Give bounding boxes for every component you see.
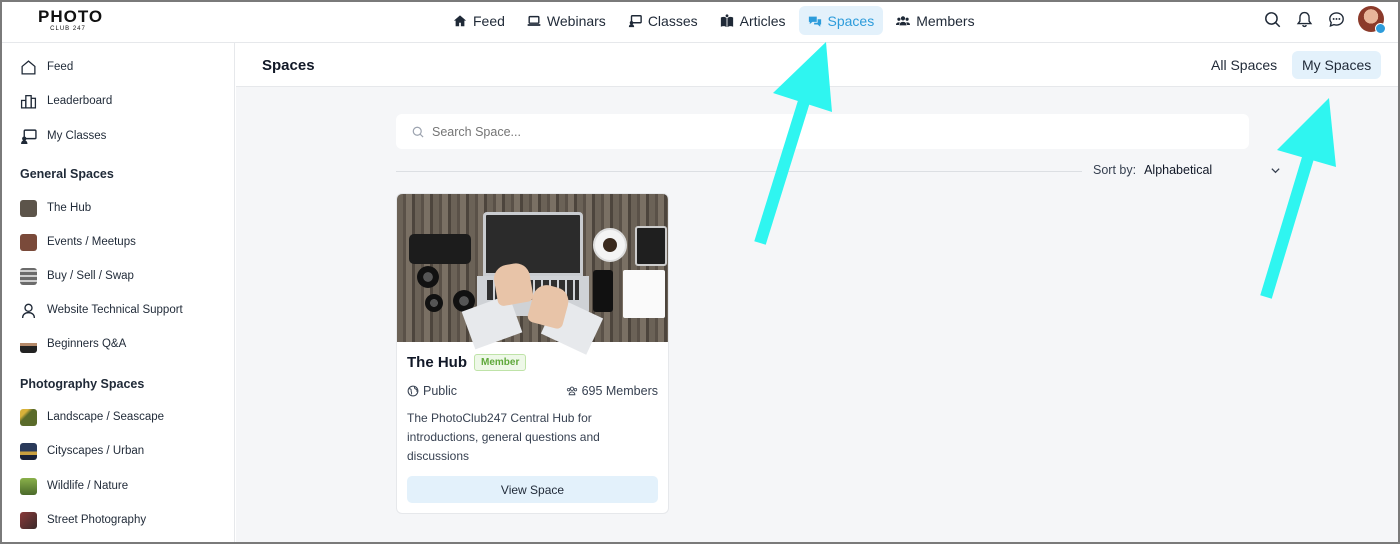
sort-dropdown[interactable]: Sort by: Alphabetical [1093, 163, 1281, 177]
visibility-info: Public [407, 384, 457, 398]
sidebar-item-label: Leaderboard [47, 95, 113, 107]
main-content: Spaces All Spaces My Spaces Sort by: Alp… [236, 43, 1400, 544]
sidebar-item-label: Landscape / Seascape [47, 411, 165, 423]
space-thumbnail [20, 442, 37, 460]
nav-spaces-label: Spaces [827, 12, 875, 29]
nav-classes[interactable]: Classes [619, 6, 707, 35]
site-logo[interactable]: PHOTO CLUB 247 [38, 8, 104, 36]
top-icons [1262, 6, 1386, 34]
space-thumbnail [20, 511, 37, 529]
classroom-icon [21, 128, 37, 144]
sidebar-item-events-meetups[interactable]: Events / Meetups [20, 233, 136, 251]
search-input[interactable] [432, 124, 1212, 139]
nav-classes-label: Classes [647, 12, 698, 29]
users-icon [896, 15, 911, 25]
sort-value: Alphabetical [1144, 163, 1213, 177]
globe-icon [407, 385, 419, 397]
sidebar-item-label: Wildlife / Nature [47, 480, 129, 492]
laptop-icon [527, 15, 541, 26]
logo-text: PHOTO [38, 7, 104, 26]
sidebar-item-landscape-seascape[interactable]: Landscape / Seascape [20, 408, 164, 426]
main-header: Spaces All Spaces My Spaces [236, 43, 1400, 87]
chevron-down-icon [1271, 167, 1280, 173]
search-icon[interactable] [1262, 9, 1282, 29]
sidebar-item-buy-sell-swap[interactable]: Buy / Sell / Swap [20, 267, 134, 285]
space-thumbnail [20, 408, 37, 426]
sidebar-item-beginners-qa[interactable]: Beginners Q&A [20, 335, 126, 353]
photography-spaces-heading: Photography Spaces [20, 377, 145, 391]
sidebar: Feed Leaderboard My Classes General Spac… [0, 43, 235, 544]
visibility-text: Public [423, 384, 458, 398]
space-thumbnail [20, 335, 37, 353]
nav-webinars[interactable]: Webinars [518, 6, 615, 35]
search-bar [396, 114, 1249, 149]
sidebar-item-the-hub[interactable]: The Hub [20, 199, 91, 217]
avatar[interactable] [1358, 6, 1386, 34]
nav-feed[interactable]: Feed [444, 6, 514, 35]
chat-bubbles-icon [808, 16, 821, 27]
sidebar-item-street-photography[interactable]: Street Photography [20, 511, 146, 529]
divider [396, 171, 1082, 172]
top-bar: PHOTO CLUB 247 Feed Webinars Classes Art… [0, 0, 1400, 43]
sidebar-item-label: Feed [47, 61, 74, 73]
sidebar-item-feed[interactable]: Feed [20, 58, 73, 76]
space-card[interactable]: The Hub Member Public 695 Members The Ph… [396, 193, 669, 514]
book-icon [720, 13, 733, 27]
space-thumbnail [20, 267, 37, 285]
home-icon [21, 59, 36, 75]
sort-label: Sort by: [1093, 163, 1137, 177]
space-title[interactable]: The Hub [407, 354, 467, 371]
messages-icon[interactable] [1326, 9, 1346, 29]
tab-my-spaces[interactable]: My Spaces [1292, 51, 1382, 79]
sidebar-item-label: Buy / Sell / Swap [47, 270, 134, 282]
nav-members[interactable]: Members [887, 6, 983, 35]
sidebar-item-website-technical-support[interactable]: Website Technical Support [20, 301, 183, 319]
nav-webinars-label: Webinars [546, 12, 606, 29]
nav-spaces[interactable]: Spaces [798, 6, 884, 35]
sidebar-item-label: My Classes [47, 130, 107, 142]
search-icon [412, 126, 424, 138]
space-cover-image [397, 194, 668, 355]
general-spaces-heading: General Spaces [20, 167, 114, 181]
user-outline-icon [21, 303, 36, 318]
sidebar-item-label: The Hub [47, 202, 92, 214]
logo-subtext: CLUB 247 [50, 26, 86, 32]
space-thumbnail [20, 199, 37, 217]
space-thumbnail [20, 233, 37, 251]
nav-articles[interactable]: Articles [711, 6, 795, 35]
member-count-text: 695 Members [581, 384, 658, 398]
sidebar-item-cityscapes-urban[interactable]: Cityscapes / Urban [20, 442, 144, 460]
page-title: Spaces [262, 57, 315, 74]
bell-icon[interactable] [1294, 9, 1314, 29]
member-badge: Member [474, 353, 527, 371]
nav-articles-label: Articles [739, 12, 786, 29]
bar-chart-icon [20, 94, 37, 109]
sidebar-item-label: Beginners Q&A [47, 338, 127, 350]
sidebar-item-label: Website Technical Support [47, 304, 183, 316]
nav-feed-label: Feed [473, 12, 505, 29]
view-space-button[interactable]: View Space [407, 476, 658, 503]
home-icon [453, 14, 467, 26]
space-card-body: The Hub Member Public 695 Members The Ph… [397, 342, 668, 466]
sidebar-item-label: Street Photography [47, 514, 147, 526]
users-icon [566, 386, 577, 396]
tab-all-spaces[interactable]: All Spaces [1201, 51, 1287, 79]
sidebar-item-label: Events / Meetups [47, 236, 136, 248]
sidebar-item-wildlife-nature[interactable]: Wildlife / Nature [20, 477, 128, 495]
sidebar-item-leaderboard[interactable]: Leaderboard [20, 92, 112, 110]
classroom-icon [628, 14, 642, 27]
space-description: The PhotoClub247 Central Hub for introdu… [407, 411, 600, 463]
main-nav: Feed Webinars Classes Articles Spaces Me… [444, 6, 984, 35]
member-count: 695 Members [566, 384, 658, 398]
sidebar-item-my-classes[interactable]: My Classes [20, 127, 106, 145]
space-thumbnail [20, 477, 37, 495]
sidebar-item-label: Cityscapes / Urban [47, 445, 145, 457]
nav-members-label: Members [916, 12, 975, 29]
